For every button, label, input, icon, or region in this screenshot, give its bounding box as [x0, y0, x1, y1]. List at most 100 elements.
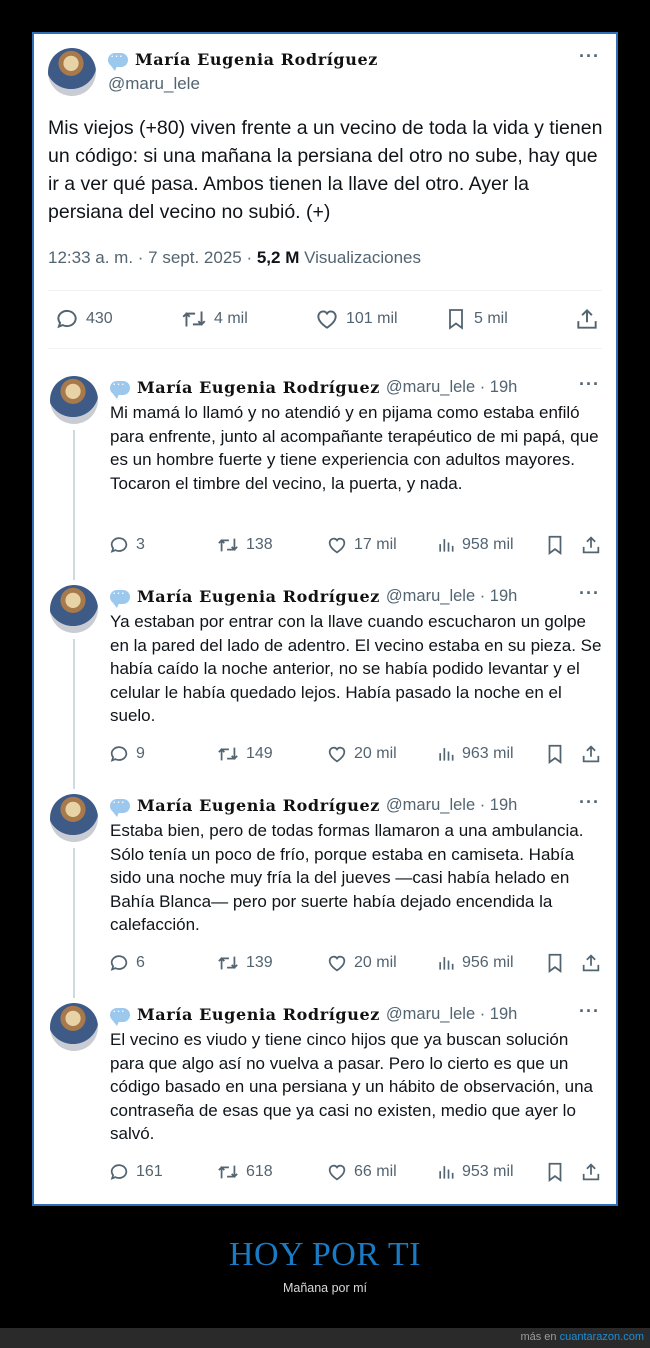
reply-button[interactable]: 161 — [108, 1161, 163, 1183]
author-name[interactable]: María Eugenia Rodríguez — [137, 1005, 380, 1024]
more-icon[interactable]: ··· — [579, 1001, 600, 1022]
repost-icon — [218, 747, 238, 761]
verified-badge-icon — [110, 794, 130, 817]
like-count: 66 mil — [354, 1163, 397, 1180]
more-icon[interactable]: ··· — [579, 374, 600, 395]
reply-tweet[interactable]: María Eugenia Rodríguez @maru_lele · 19h… — [34, 366, 616, 580]
caption-title: HOY POR TI — [228, 1236, 422, 1273]
tweet-text: Estaba bien, pero de todas formas llamar… — [110, 821, 584, 935]
views-button[interactable]: 953 mil — [436, 1161, 514, 1183]
author-row: María Eugenia Rodríguez @maru_lele · 19h — [110, 585, 517, 608]
bookmark-button[interactable] — [544, 534, 566, 556]
like-button[interactable]: 20 mil — [326, 743, 397, 765]
repost-count: 149 — [246, 745, 273, 762]
share-button[interactable] — [580, 1161, 602, 1183]
avatar[interactable] — [48, 48, 96, 96]
avatar[interactable] — [50, 376, 98, 424]
reply-button[interactable]: 9 — [108, 743, 145, 765]
author-name[interactable]: María Eugenia Rodríguez — [137, 587, 380, 606]
more-icon[interactable]: ··· — [579, 583, 600, 604]
bookmark-button[interactable]: 5 mil — [444, 306, 508, 332]
repost-button[interactable]: 138 — [216, 534, 273, 556]
avatar[interactable] — [50, 1003, 98, 1051]
reply-count: 6 — [136, 954, 145, 971]
thread-line — [73, 430, 75, 580]
verified-badge-icon — [108, 48, 128, 71]
tweet-text: Mis viejos (+80) viven frente a un vecin… — [48, 117, 603, 223]
repost-button[interactable]: 618 — [216, 1161, 273, 1183]
author-name[interactable]: María Eugenia Rodríguez — [137, 378, 380, 397]
repost-icon — [218, 1165, 238, 1179]
bookmark-button[interactable] — [544, 743, 566, 765]
thread-line — [73, 639, 75, 789]
like-button[interactable]: 20 mil — [326, 952, 397, 974]
repost-count: 618 — [246, 1163, 273, 1180]
divider — [48, 348, 602, 349]
reply-tweet[interactable]: María Eugenia Rodríguez @maru_lele · 19h… — [34, 784, 616, 998]
like-count: 101 mil — [346, 310, 398, 327]
views-button[interactable]: 958 mil — [436, 534, 514, 556]
like-button[interactable]: 101 mil — [314, 306, 398, 332]
views-button[interactable]: 956 mil — [436, 952, 514, 974]
thread-line — [73, 848, 75, 998]
views-button[interactable]: 963 mil — [436, 743, 514, 765]
author-row: María Eugenia Rodríguez — [108, 48, 378, 71]
caption-subtitle: Mañana por mí — [282, 1281, 368, 1295]
reply-button[interactable]: 6 — [108, 952, 145, 974]
footer-text: más en cuantarazon.com — [520, 1331, 644, 1343]
author-name[interactable]: María Eugenia Rodríguez — [135, 50, 378, 69]
views-count: 5,2 M — [256, 248, 300, 267]
like-button[interactable]: 66 mil — [326, 1161, 397, 1183]
reply-tweet[interactable]: María Eugenia Rodríguez @maru_lele · 19h… — [34, 993, 616, 1202]
reply-count: 9 — [136, 745, 145, 762]
like-count: 20 mil — [354, 745, 397, 762]
like-icon — [328, 537, 346, 554]
author-handle[interactable]: @maru_lele · 19h — [386, 1005, 517, 1024]
views-label: Visualizaciones — [304, 248, 421, 267]
author-handle[interactable]: @maru_lele — [108, 74, 200, 94]
share-icon — [582, 536, 600, 554]
site-link[interactable]: cuantarazon.com — [560, 1331, 644, 1343]
bookmark-icon — [548, 1162, 562, 1182]
reply-count: 3 — [136, 536, 145, 553]
tweet-text: Ya estaban por entrar con la llave cuand… — [110, 612, 602, 726]
reply-button[interactable]: 430 — [54, 306, 113, 332]
tweet-timestamp[interactable]: 12:33 a. m. · 7 sept. 2025 · — [48, 248, 257, 267]
bookmark-button[interactable] — [544, 1161, 566, 1183]
verified-badge-icon — [110, 1003, 130, 1026]
share-icon — [582, 954, 600, 972]
repost-icon — [218, 956, 238, 970]
share-button[interactable] — [580, 743, 602, 765]
like-icon — [328, 746, 346, 763]
repost-button[interactable]: 139 — [216, 952, 273, 974]
tweet-screenshot-frame: María Eugenia Rodríguez @maru_lele ··· M… — [32, 32, 618, 1206]
repost-button[interactable]: 149 — [216, 743, 273, 765]
share-icon — [577, 308, 597, 329]
repost-button[interactable]: 4 mil — [180, 306, 248, 332]
avatar[interactable] — [50, 794, 98, 842]
bookmark-button[interactable] — [544, 952, 566, 974]
bookmark-count: 5 mil — [474, 310, 508, 327]
author-handle[interactable]: @maru_lele · 19h — [386, 587, 517, 606]
reply-button[interactable]: 3 — [108, 534, 145, 556]
avatar[interactable] — [50, 585, 98, 633]
like-button[interactable]: 17 mil — [326, 534, 397, 556]
share-button[interactable] — [580, 534, 602, 556]
more-icon[interactable]: ··· — [579, 792, 600, 813]
author-handle[interactable]: @maru_lele · 19h — [386, 796, 517, 815]
reply-icon — [110, 746, 128, 762]
like-count: 17 mil — [354, 536, 397, 553]
author-name[interactable]: María Eugenia Rodríguez — [137, 796, 380, 815]
repost-icon — [182, 311, 206, 327]
bookmark-icon — [548, 953, 562, 973]
views-icon — [439, 1166, 454, 1179]
reply-tweet[interactable]: María Eugenia Rodríguez @maru_lele · 19h… — [34, 575, 616, 789]
share-button[interactable] — [580, 952, 602, 974]
footer-prefix: más en — [520, 1331, 560, 1343]
bookmark-icon — [548, 535, 562, 555]
author-handle[interactable]: @maru_lele · 19h — [386, 378, 517, 397]
author-row: María Eugenia Rodríguez @maru_lele · 19h — [110, 794, 517, 817]
more-icon[interactable]: ··· — [579, 46, 600, 67]
reply-icon — [57, 309, 77, 329]
share-button[interactable] — [574, 306, 600, 332]
